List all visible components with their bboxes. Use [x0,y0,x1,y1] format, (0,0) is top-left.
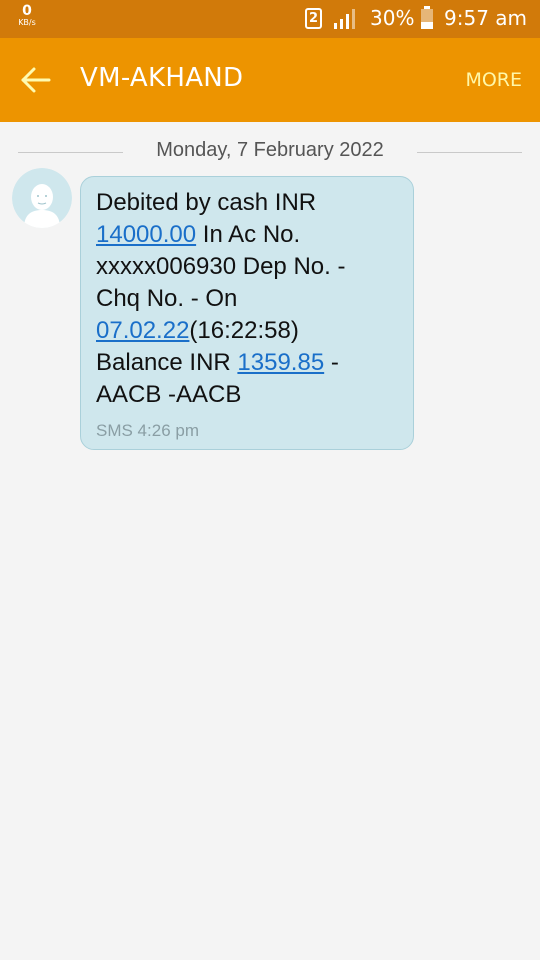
message-line: xxxxx006930 Dep No. - [96,253,346,280]
message-fragment: In Ac No. [196,221,301,248]
amount-link[interactable]: 14000.00 [96,221,196,248]
status-bar: 0 KB/s 2 30% 9:57 am [0,0,540,38]
battery-percentage: 30% [370,6,415,30]
message-bubble[interactable]: Debited by cash INR 14000.00 In Ac No. x… [80,176,414,450]
message-fragment: (16:22:58) [189,317,299,344]
divider-line-right [417,152,522,153]
network-speed-indicator: 0 KB/s [12,4,42,27]
network-speed-value: 0 [22,3,32,19]
message-timestamp: SMS 4:26 pm [96,421,199,440]
message-line: Debited by cash INR [96,189,317,216]
more-button[interactable]: MORE [465,69,522,91]
message-fragment: - [324,349,339,376]
message-line: Balance INR 1359.85 - [96,347,401,379]
date-link[interactable]: 07.02.22 [96,317,189,344]
signal-strength-icon [334,9,355,29]
battery-icon [421,6,433,29]
message-line: 07.02.22(16:22:58) [96,315,401,347]
back-arrow-icon[interactable] [18,62,54,98]
message-line: Chq No. - On [96,285,238,312]
divider-line-left [18,152,123,153]
message-fragment: Balance INR [96,349,238,376]
message-line: 14000.00 In Ac No. [96,219,401,251]
message-line: AACB -AACB [96,381,242,408]
contact-avatar-icon[interactable] [12,168,72,228]
sim-slot-icon: 2 [305,8,322,29]
date-divider: Monday, 7 February 2022 [18,138,522,166]
balance-link[interactable]: 1359.85 [237,349,324,376]
network-speed-unit: KB/s [18,18,36,27]
message-text: Debited by cash INR 14000.00 In Ac No. x… [96,187,401,411]
date-divider-text: Monday, 7 February 2022 [156,139,384,161]
app-bar: VM-AKHAND MORE [0,38,540,122]
contact-title: VM-AKHAND [80,63,244,93]
status-time: 9:57 am [444,6,528,30]
